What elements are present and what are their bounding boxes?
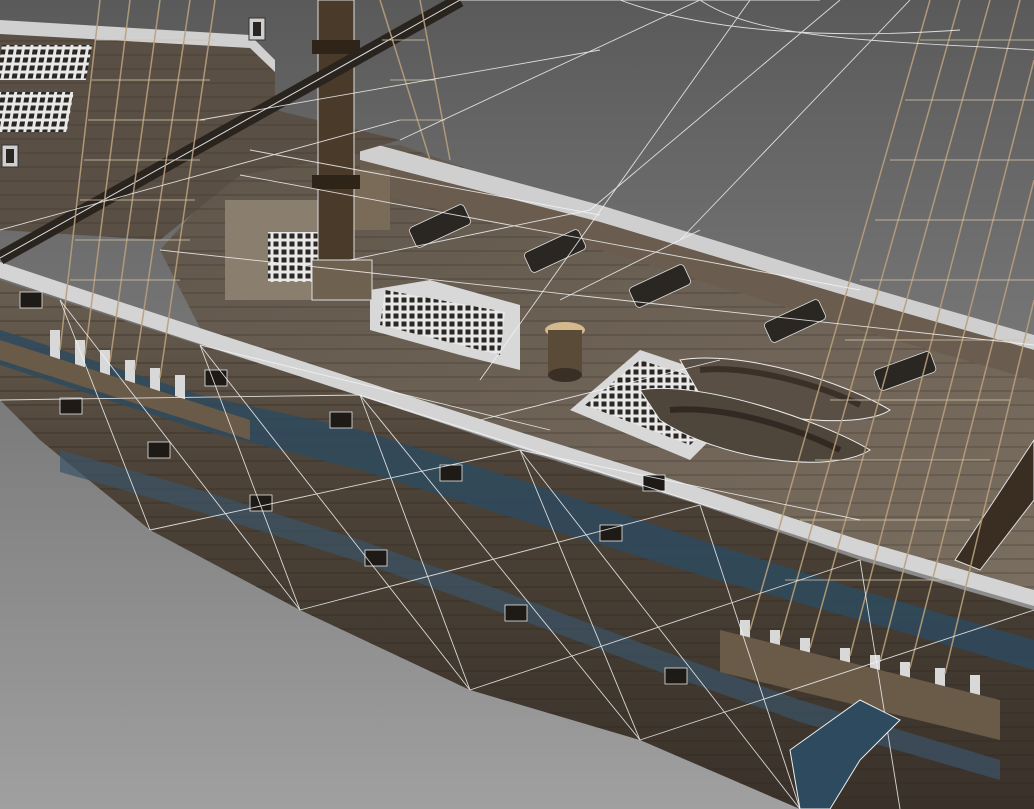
cannon-icon <box>664 667 688 685</box>
cannon-icon <box>439 464 463 482</box>
lantern-icon <box>248 17 266 41</box>
skylight-grate <box>0 45 93 80</box>
cannon-icon <box>59 397 83 415</box>
lantern-icon <box>1 144 19 168</box>
cannon-icon <box>329 411 353 429</box>
cannon-icon <box>364 549 388 567</box>
ship-wireframe-render <box>0 0 1034 809</box>
3d-viewport[interactable] <box>0 0 1034 809</box>
capstan-icon <box>545 322 585 382</box>
cannon-icon <box>204 369 228 387</box>
cannon-icon <box>249 494 273 512</box>
skylight-grate <box>0 92 74 132</box>
cannon-icon <box>19 291 43 309</box>
cannon-icon <box>599 524 623 542</box>
cannon-icon <box>504 604 528 622</box>
cannon-icon <box>147 441 171 459</box>
